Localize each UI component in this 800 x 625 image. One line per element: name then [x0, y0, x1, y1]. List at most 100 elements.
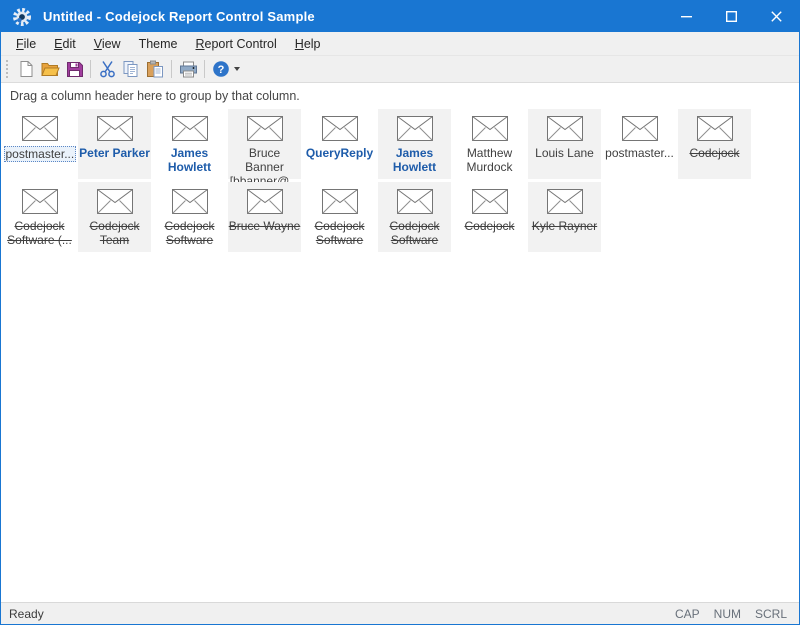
toolbar-open-button[interactable]: [38, 57, 62, 81]
status-text: Ready: [1, 607, 675, 621]
envelope-icon: [172, 116, 208, 141]
report-item[interactable]: Codejock Team: [78, 182, 151, 252]
print-icon: [179, 61, 198, 78]
envelope-icon: [22, 189, 58, 214]
report-item[interactable]: Bruce Banner [bbanner@...: [228, 109, 301, 179]
report-item-label: James Howlett: [393, 146, 436, 174]
report-item[interactable]: Codejock Software: [378, 182, 451, 252]
title-bar[interactable]: Untitled - Codejock Report Control Sampl…: [1, 1, 799, 32]
report-item-label: Bruce Wayne: [229, 219, 301, 233]
toolbar-cut-button[interactable]: [95, 57, 119, 81]
close-icon: [771, 11, 782, 22]
toolbar-separator: [171, 60, 172, 78]
report-item[interactable]: postmaster...: [3, 109, 76, 179]
toolbar-paste-button[interactable]: [143, 57, 167, 81]
app-window: Untitled - Codejock Report Control Sampl…: [0, 0, 800, 625]
report-item[interactable]: Matthew Murdock: [453, 109, 526, 179]
menu-bar: FileEditViewThemeReport ControlHelp: [1, 32, 799, 55]
window-title: Untitled - Codejock Report Control Sampl…: [43, 9, 315, 24]
menu-item-view[interactable]: View: [85, 34, 130, 54]
copy-icon: [122, 60, 140, 78]
menu-item-theme[interactable]: Theme: [130, 34, 187, 54]
group-by-hint-text: Drag a column header here to group by th…: [10, 89, 300, 103]
envelope-icon: [247, 189, 283, 214]
toolbar-new-button[interactable]: [14, 57, 38, 81]
report-item-label: Codejock Software: [389, 219, 439, 247]
envelope-icon: [472, 189, 508, 214]
toolbar-separator: [204, 60, 205, 78]
menu-item-edit[interactable]: Edit: [45, 34, 85, 54]
envelope-icon: [547, 189, 583, 214]
report-items-row: postmaster...Peter ParkerJames HowlettBr…: [3, 109, 799, 179]
report-item[interactable]: Codejock: [678, 109, 751, 179]
toolbar-grip[interactable]: [5, 60, 10, 78]
status-bar: Ready CAP NUM SCRL: [1, 602, 799, 624]
report-item-label: James Howlett: [168, 146, 211, 174]
report-item[interactable]: postmaster...: [603, 109, 676, 179]
app-gear-icon[interactable]: [12, 7, 32, 27]
report-item-label: Peter Parker: [79, 146, 150, 160]
report-item-label: Codejock: [464, 219, 514, 233]
report-items-row: Codejock Software (... Codejock Team Codej…: [3, 182, 799, 252]
report-item[interactable]: QueryReply: [303, 109, 376, 179]
report-item[interactable]: Codejock: [453, 182, 526, 252]
help-icon: ?: [212, 60, 230, 78]
help-dropdown-arrow-icon[interactable]: [234, 67, 240, 71]
report-item[interactable]: James Howlett: [153, 109, 226, 179]
envelope-icon: [697, 116, 733, 141]
report-item[interactable]: Louis Lane: [528, 109, 601, 179]
envelope-icon: [97, 116, 133, 141]
envelope-icon: [172, 189, 208, 214]
envelope-icon: [322, 189, 358, 214]
report-item-label: Codejock: [689, 146, 739, 160]
envelope-icon: [547, 116, 583, 141]
maximize-icon: [726, 11, 737, 22]
report-item-label: QueryReply: [306, 146, 373, 160]
cut-icon: [99, 60, 116, 78]
new-document-icon: [18, 60, 35, 78]
maximize-button[interactable]: [709, 1, 754, 32]
envelope-icon: [622, 116, 658, 141]
report-item-label: Codejock Team: [89, 219, 139, 247]
toolbar-print-button[interactable]: [176, 57, 200, 81]
report-item-label: Louis Lane: [535, 146, 594, 160]
group-by-area[interactable]: Drag a column header here to group by th…: [1, 83, 799, 108]
report-items-area[interactable]: postmaster...Peter ParkerJames HowlettBr…: [1, 108, 799, 602]
report-item-label: Codejock Software: [164, 219, 214, 247]
toolbar-save-button[interactable]: [62, 57, 86, 81]
report-item-label: Matthew Murdock: [466, 146, 512, 174]
menu-item-help[interactable]: Help: [286, 34, 330, 54]
close-button[interactable]: [754, 1, 799, 32]
paste-icon: [146, 60, 164, 78]
minimize-icon: [681, 11, 692, 22]
status-indicator-cap: CAP: [675, 607, 700, 621]
toolbar: ?: [1, 55, 799, 83]
status-indicator-scrl: SCRL: [755, 607, 787, 621]
minimize-button[interactable]: [664, 1, 709, 32]
menu-item-file[interactable]: File: [7, 34, 45, 54]
status-indicators: CAP NUM SCRL: [675, 607, 799, 621]
save-icon: [66, 61, 83, 78]
report-item-label: postmaster...: [605, 146, 674, 160]
svg-text:?: ?: [218, 64, 225, 76]
open-folder-icon: [41, 61, 60, 77]
envelope-icon: [472, 116, 508, 141]
report-item-label: Kyle Rayner: [532, 219, 597, 233]
report-item-label: postmaster...: [4, 146, 76, 162]
status-indicator-num: NUM: [714, 607, 741, 621]
envelope-icon: [247, 116, 283, 141]
report-item[interactable]: Kyle Rayner: [528, 182, 601, 252]
toolbar-help-button[interactable]: ?: [209, 57, 243, 81]
report-item[interactable]: Codejock Software: [153, 182, 226, 252]
envelope-icon: [322, 116, 358, 141]
envelope-icon: [97, 189, 133, 214]
report-item[interactable]: James Howlett: [378, 109, 451, 179]
toolbar-copy-button[interactable]: [119, 57, 143, 81]
report-item[interactable]: Codejock Software: [303, 182, 376, 252]
report-item-label: Codejock Software (...: [7, 219, 72, 247]
report-item[interactable]: Bruce Wayne: [228, 182, 301, 252]
report-item[interactable]: Peter Parker: [78, 109, 151, 179]
report-item-label: Codejock Software: [314, 219, 364, 247]
report-item[interactable]: Codejock Software (...: [3, 182, 76, 252]
menu-item-report-control[interactable]: Report Control: [187, 34, 286, 54]
